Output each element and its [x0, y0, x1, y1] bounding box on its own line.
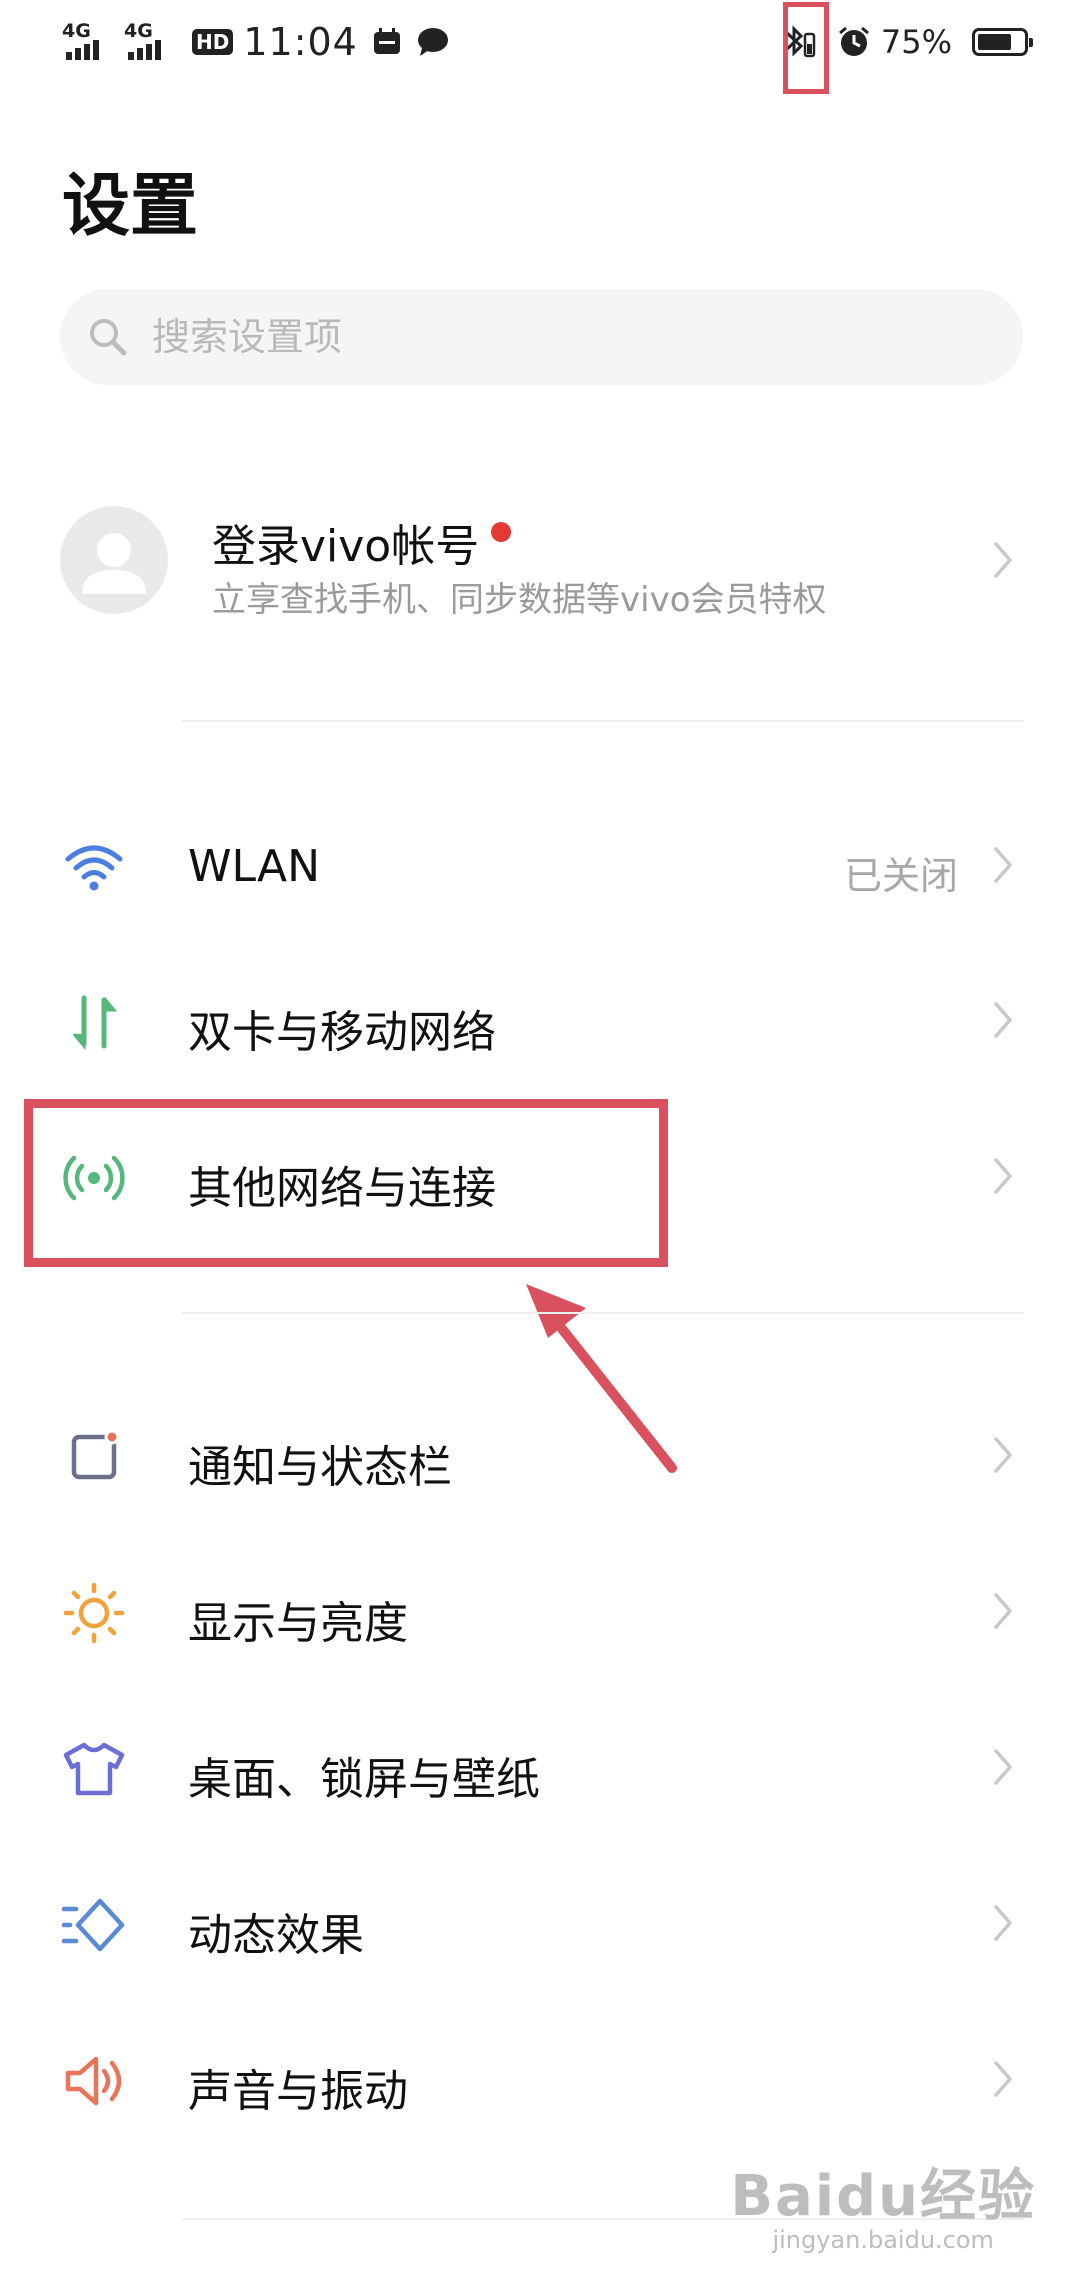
battery-fill [978, 34, 1011, 50]
sun-icon [63, 1582, 125, 1644]
motion-icon [62, 1898, 125, 1952]
signal-sim2: 4G [124, 20, 182, 64]
watermark-main: Baidu经验 [730, 2164, 1036, 2229]
search-icon [90, 319, 127, 356]
chevron-right-icon [994, 1749, 1012, 1785]
settings-item-wlan[interactable]: WLAN 已关闭 [0, 795, 1076, 935]
chevron-right-icon [994, 2061, 1012, 2097]
watermark: Baidu经验 jingyan.baidu.com [730, 2151, 1036, 2254]
status-bar-left: 4G 4G HD 11:04 [62, 16, 450, 68]
notification-icon [71, 1429, 120, 1480]
status-bar: 4G 4G HD 11:04 75% [0, 0, 1076, 94]
signal-bars-icon [128, 40, 164, 60]
account-login-row[interactable]: 登录vivo帐号 立享查找手机、同步数据等vivo会员特权 [0, 500, 1076, 620]
user-icon [82, 533, 146, 594]
status-bar-right: 75% [769, 2, 1033, 94]
wlan-status-value: 已关闭 [843, 854, 958, 898]
shirt-icon [63, 1742, 125, 1796]
calendar-icon [373, 28, 400, 54]
page-title: 设置 [62, 167, 199, 246]
chevron-right-icon [994, 1905, 1012, 1941]
section-divider [182, 720, 1024, 722]
watermark-url: jingyan.baidu.com [772, 2226, 994, 2254]
chevron-right-icon [994, 1437, 1012, 1473]
settings-item-label: 声音与振动 [188, 2066, 408, 2117]
settings-item-label: 动态效果 [188, 1910, 364, 1961]
settings-item-label: WLAN [188, 841, 321, 892]
settings-item-animations[interactable]: 动态效果 [0, 1853, 1076, 1993]
signal-sim1: 4G [62, 20, 120, 64]
search-bar[interactable] [60, 289, 1023, 385]
speaker-icon [65, 2056, 122, 2106]
account-subtitle: 立享查找手机、同步数据等vivo会员特权 [212, 580, 827, 620]
settings-item-label: 双卡与移动网络 [188, 1007, 496, 1058]
notification-dot [491, 522, 512, 542]
wifi-icon [65, 845, 123, 891]
chevron-right-icon [994, 847, 1012, 883]
message-icon [417, 28, 448, 56]
battery-icon [972, 28, 1033, 56]
hd-voice-badge: HD [192, 29, 234, 55]
status-time: 11:04 [243, 20, 358, 64]
signal-bars-icon [66, 40, 102, 60]
bluetooth-battery-indicator [769, 2, 829, 94]
alarm-icon [838, 26, 869, 56]
chevron-right-icon [994, 1002, 1012, 1038]
avatar [60, 506, 168, 614]
settings-item-label: 显示与亮度 [188, 1598, 408, 1649]
network-type-2: 4G [124, 20, 153, 42]
settings-item-label: 桌面、锁屏与壁纸 [188, 1754, 540, 1805]
settings-item-sound[interactable]: 声音与振动 [0, 2009, 1076, 2149]
settings-item-dual-sim[interactable]: 双卡与移动网络 [0, 950, 1076, 1090]
account-title: 登录vivo帐号 [212, 510, 512, 574]
bluetooth-highlight-box [782, 2, 829, 94]
section-divider [182, 1312, 1024, 1314]
network-type-1: 4G [62, 20, 91, 42]
settings-item-notifications[interactable]: 通知与状态栏 [0, 1385, 1076, 1525]
chevron-right-icon [994, 1593, 1012, 1629]
chevron-right-icon [994, 542, 1012, 578]
chevron-right-icon [994, 1158, 1012, 1194]
search-input[interactable] [150, 314, 914, 360]
settings-item-desktop[interactable]: 桌面、锁屏与壁纸 [0, 1697, 1076, 1837]
settings-item-label: 通知与状态栏 [188, 1442, 452, 1493]
settings-item-display[interactable]: 显示与亮度 [0, 1541, 1076, 1681]
account-title-text: 登录vivo帐号 [212, 521, 480, 572]
highlight-box [24, 1099, 668, 1267]
battery-percent: 75% [880, 23, 952, 61]
mobile-data-icon [72, 995, 118, 1051]
